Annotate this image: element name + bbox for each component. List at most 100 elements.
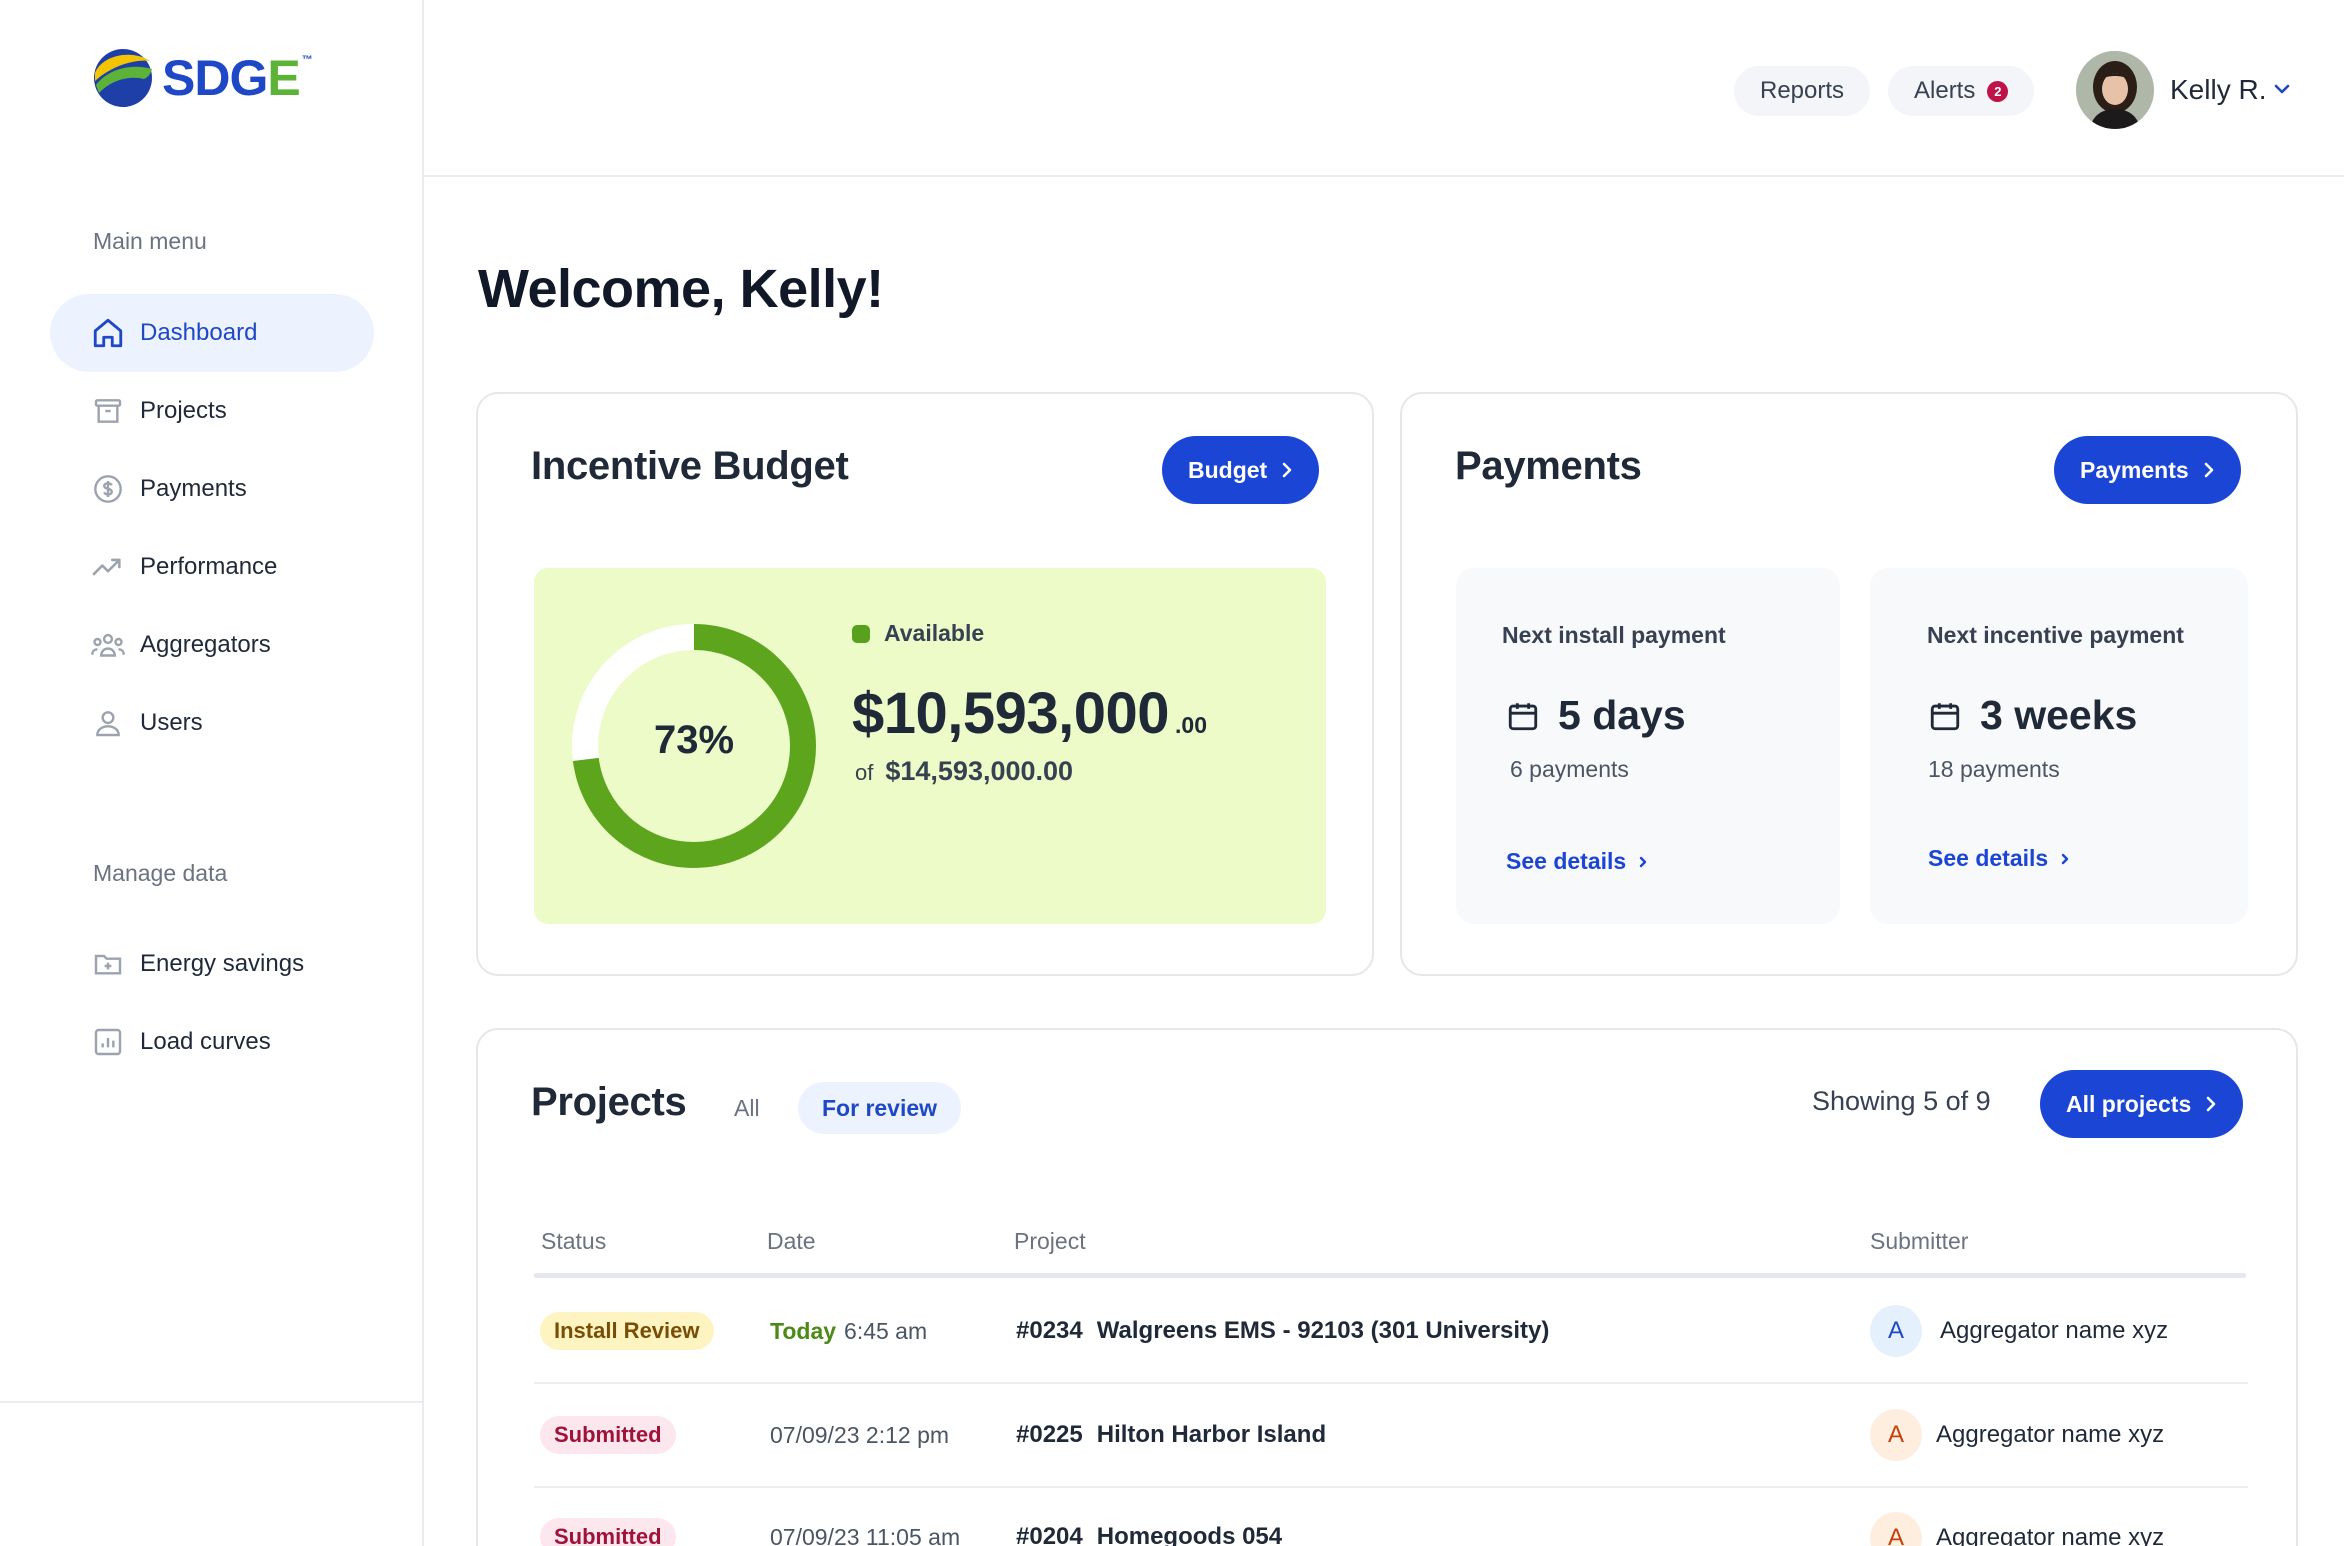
submitter-avatar: A [1870,1305,1922,1357]
available-amount-value: $10,593,000 [852,681,1170,746]
see-details-label: See details [1928,845,2049,871]
tab-for-review[interactable]: For review [798,1082,962,1134]
all-projects-button-label: All projects [2066,1090,2192,1117]
sidebar-item-energy-savings[interactable]: Energy savings [50,925,374,1003]
trend-up-icon [90,549,126,585]
incentive-budget-title: Incentive Budget [531,444,849,488]
project-number: #0225 [1016,1421,1083,1448]
sidebar-item-label: Dashboard [140,319,258,346]
of-label: of [855,760,874,785]
row-date-today: Today [770,1318,837,1344]
sidebar-item-projects[interactable]: Projects [50,372,374,450]
sidebar-item-users[interactable]: Users [50,684,374,762]
submitter-name: Aggregator name xyz [1936,1421,2165,1448]
status-badge: Install Review [540,1312,714,1350]
reports-button[interactable]: Reports [1734,66,1871,116]
projects-title: Projects [531,1080,687,1124]
main-menu-heading: Main menu [93,228,207,254]
available-amount-cents: .00 [1175,712,1208,738]
column-header-project[interactable]: Project [1014,1228,1086,1255]
submitter-avatar: A [1870,1409,1922,1461]
project-number: #0234 [1016,1317,1083,1344]
incentive-see-details-link[interactable]: See details [1928,845,2070,872]
sidebar: SDGE ™ Main menu Dashboard Projects Payme… [0,0,424,1546]
row-project[interactable]: #0225 Hilton Harbor Island [1016,1421,1326,1449]
row-project[interactable]: #0234 Walgreens EMS - 92103 (301 Universi… [1016,1317,1549,1345]
topbar [424,0,2344,177]
all-projects-button[interactable]: All projects [2040,1070,2244,1138]
bar-chart-icon [90,1024,126,1060]
chevron-right-icon [2060,851,2070,867]
sidebar-item-dashboard[interactable]: Dashboard [50,294,374,372]
sidebar-divider [0,1401,422,1403]
chevron-right-icon [1281,461,1293,479]
calendar-icon [1506,699,1540,733]
manage-data-heading: Manage data [93,860,228,886]
submitter-name: Aggregator name xyz [1940,1317,2169,1344]
next-incentive-payment-duration: 3 weeks [1980,692,2138,738]
sidebar-item-aggregators[interactable]: Aggregators [50,606,374,684]
available-legend: Available [852,620,984,647]
next-incentive-payment-value: 3 weeks [1928,692,2137,739]
next-install-payment-count: 6 payments [1510,756,1629,782]
showing-count: Showing 5 of 9 [1812,1086,1991,1116]
sidebar-item-label: Performance [140,553,278,580]
budget-button-label: Budget [1188,456,1268,483]
row-date: Today 6:45 am [770,1318,927,1345]
sdge-logo-mark-icon [94,49,152,107]
payments-button[interactable]: Payments [2054,436,2241,504]
logo-trademark: ™ [301,54,313,66]
calendar-icon [1928,699,1962,733]
row-date: 07/09/23 11:05 am [770,1524,961,1546]
chevron-down-icon[interactable] [2272,82,2292,101]
project-name: Hilton Harbor Island [1096,1421,1327,1448]
project-number: #0204 [1016,1523,1083,1546]
status-badge: Submitted [540,1518,676,1546]
row-divider [534,1486,2248,1488]
budget-percent-label: 73% [653,718,735,762]
row-divider [534,1382,2248,1384]
sidebar-item-label: Energy savings [140,950,305,977]
sidebar-item-label: Load curves [140,1028,271,1055]
column-header-submitter[interactable]: Submitter [1870,1228,1968,1255]
status-badge: Submitted [540,1416,676,1454]
submitter-name: Aggregator name xyz [1936,1524,2165,1546]
tab-all[interactable]: All [734,1082,760,1134]
row-project[interactable]: #0204 Homegoods 054 [1016,1523,1282,1546]
next-install-payment-duration: 5 days [1558,692,1686,738]
row-date: 07/09/23 2:12 pm [770,1422,950,1448]
budget-button[interactable]: Budget [1162,436,1320,504]
chevron-right-icon [2203,461,2215,479]
sidebar-item-payments[interactable]: Payments [50,450,374,528]
alerts-button[interactable]: Alerts 2 [1888,66,2035,116]
user-photo-icon [2076,51,2154,129]
next-incentive-payment-count: 18 payments [1928,756,2060,782]
column-header-date[interactable]: Date [767,1228,816,1255]
sidebar-item-label: Users [140,709,203,736]
next-install-payment-value: 5 days [1506,692,1686,739]
user-name[interactable]: Kelly R. [2170,74,2266,106]
payments-title: Payments [1455,444,1642,488]
budget-total-value: $14,593,000.00 [885,756,1074,786]
column-header-status[interactable]: Status [541,1228,606,1255]
sidebar-item-label: Projects [140,397,227,424]
chevron-right-icon [1638,854,1648,870]
user-icon [90,705,126,741]
install-see-details-link[interactable]: See details [1506,848,1648,875]
next-incentive-payment-label: Next incentive payment [1927,622,2184,648]
archive-icon [90,393,126,429]
sidebar-item-load-curves[interactable]: Load curves [50,1003,374,1081]
table-header-divider [534,1273,2246,1278]
chevron-right-icon [2205,1095,2217,1113]
avatar[interactable] [2076,51,2154,129]
alerts-label: Alerts [1914,77,1976,104]
logo-wordmark: SDGE [162,50,301,106]
home-icon [90,315,126,351]
sidebar-item-label: Aggregators [140,631,271,658]
project-name: Homegoods 054 [1096,1523,1283,1546]
folder-plus-icon [90,946,126,982]
people-group-icon [90,627,126,663]
sdge-logo[interactable]: SDGE ™ [92,46,313,110]
budget-total: of $14,593,000.00 [855,756,1073,787]
sidebar-item-performance[interactable]: Performance [50,528,374,606]
